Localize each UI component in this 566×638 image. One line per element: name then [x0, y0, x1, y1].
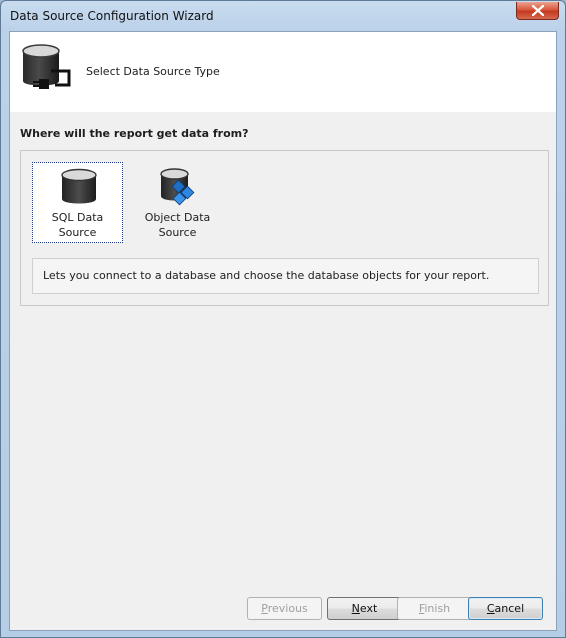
- cancel-mnemonic: C: [486, 602, 495, 615]
- page-title: Select Data Source Type: [86, 65, 220, 78]
- object-data-source-option[interactable]: Object Data Source: [132, 162, 223, 243]
- data-source-group: SQL Data Source Object Data Source Lets …: [20, 150, 549, 306]
- next-button[interactable]: Next: [327, 597, 402, 620]
- cancel-button[interactable]: Cancel: [468, 597, 543, 620]
- question-label: Where will the report get data from?: [20, 127, 249, 140]
- cancel-label: ancel: [494, 602, 525, 615]
- wizard-window: Data Source Configuration Wizard Select …: [0, 0, 566, 638]
- finish-button[interactable]: Finish: [397, 597, 472, 620]
- object-database-icon: [160, 168, 195, 206]
- description-box: Lets you connect to a database and choos…: [32, 258, 539, 294]
- next-label: ext: [359, 602, 378, 615]
- title-bar[interactable]: Data Source Configuration Wizard: [1, 1, 565, 31]
- sql-data-source-option[interactable]: SQL Data Source: [32, 162, 123, 243]
- previous-button[interactable]: Previous: [247, 597, 322, 620]
- finish-label: inish: [424, 602, 451, 615]
- wizard-client-area: Select Data Source Type Where will the r…: [9, 31, 557, 631]
- close-icon: [532, 5, 544, 16]
- object-data-source-label: Object Data Source: [144, 211, 211, 239]
- window-title: Data Source Configuration Wizard: [10, 9, 214, 23]
- sql-database-icon: [61, 168, 97, 204]
- wizard-content: Where will the report get data from? SQL…: [10, 112, 556, 630]
- sql-data-source-label: SQL Data Source: [51, 211, 104, 239]
- previous-label: revious: [267, 602, 308, 615]
- database-plug-icon: [22, 44, 71, 89]
- next-mnemonic: N: [351, 602, 360, 615]
- close-button[interactable]: [516, 2, 559, 20]
- wizard-header: Select Data Source Type: [10, 32, 556, 112]
- description-text: Lets you connect to a database and choos…: [43, 269, 490, 282]
